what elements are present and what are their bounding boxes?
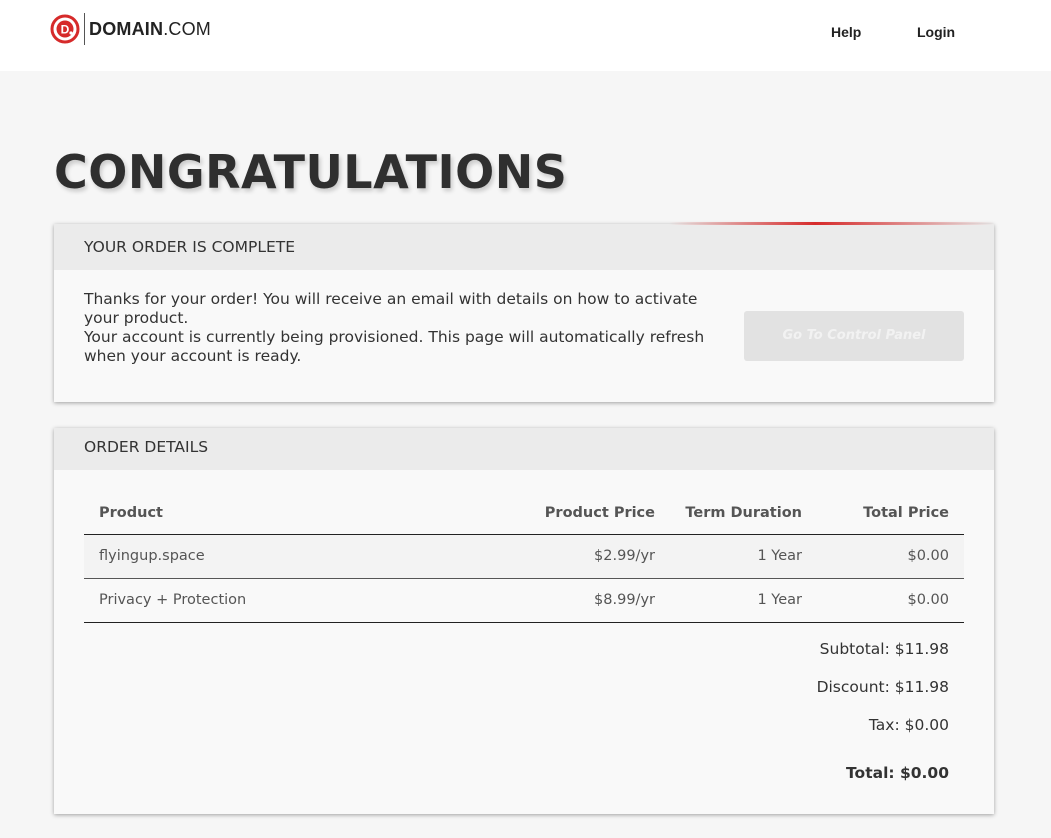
discount-line: Discount: $11.98: [816, 678, 949, 696]
cell-product-price: $2.99/yr: [494, 534, 670, 579]
order-complete-panel: YOUR ORDER IS COMPLETE Thanks for your o…: [54, 222, 994, 402]
order-details-table: Product Product Price Term Duration Tota…: [84, 492, 964, 623]
nav-help-link[interactable]: Help: [831, 24, 861, 40]
order-complete-heading: YOUR ORDER IS COMPLETE: [54, 224, 994, 270]
tax-line: Tax: $0.00: [868, 716, 949, 734]
page-title: CONGRATULATIONS: [54, 145, 568, 199]
nav-login-link[interactable]: Login: [917, 24, 955, 40]
order-complete-message: Thanks for your order! You will receive …: [84, 290, 724, 366]
cell-term-duration: 1 Year: [670, 578, 817, 623]
cell-term-duration: 1 Year: [670, 534, 817, 579]
go-to-control-panel-button[interactable]: Go To Control Panel: [744, 311, 964, 361]
logo-wordmark-suffix: .COM: [163, 18, 211, 39]
cell-product: Privacy + Protection: [84, 578, 494, 623]
cell-total-price: $0.00: [817, 578, 964, 623]
order-details-heading: ORDER DETAILS: [54, 428, 994, 470]
domain-logo[interactable]: D DOMAIN.COM: [50, 12, 211, 46]
logo-wordmark: DOMAIN.COM: [89, 19, 211, 40]
table-row: Privacy + Protection $8.99/yr 1 Year $0.…: [84, 578, 964, 623]
order-totals: Subtotal: $11.98 Discount: $11.98 Tax: $…: [817, 640, 949, 792]
table-header-row: Product Product Price Term Duration Tota…: [84, 492, 964, 535]
total-line: Total: $0.00: [846, 764, 949, 782]
cell-product: flyingup.space: [84, 534, 494, 579]
top-navigation-bar: D DOMAIN.COM Help Login: [0, 0, 1051, 71]
column-header-product: Product: [84, 492, 494, 535]
panel-accent-line: [669, 222, 994, 225]
table-row: flyingup.space $2.99/yr 1 Year $0.00: [84, 534, 964, 579]
column-header-product-price: Product Price: [494, 492, 670, 535]
cell-total-price: $0.00: [817, 534, 964, 579]
order-details-panel: ORDER DETAILS Product Product Price Term…: [54, 428, 994, 814]
logo-icon: D: [50, 14, 80, 44]
column-header-total-price: Total Price: [817, 492, 964, 535]
logo-divider: [84, 13, 85, 45]
subtotal-line: Subtotal: $11.98: [819, 640, 949, 658]
order-complete-message-line1: Thanks for your order! You will receive …: [84, 290, 698, 327]
svg-text:D: D: [61, 23, 70, 37]
logo-wordmark-bold: DOMAIN: [89, 18, 164, 39]
cell-product-price: $8.99/yr: [494, 578, 670, 623]
order-complete-message-line2: Your account is currently being provisio…: [84, 328, 705, 365]
column-header-term-duration: Term Duration: [670, 492, 817, 535]
